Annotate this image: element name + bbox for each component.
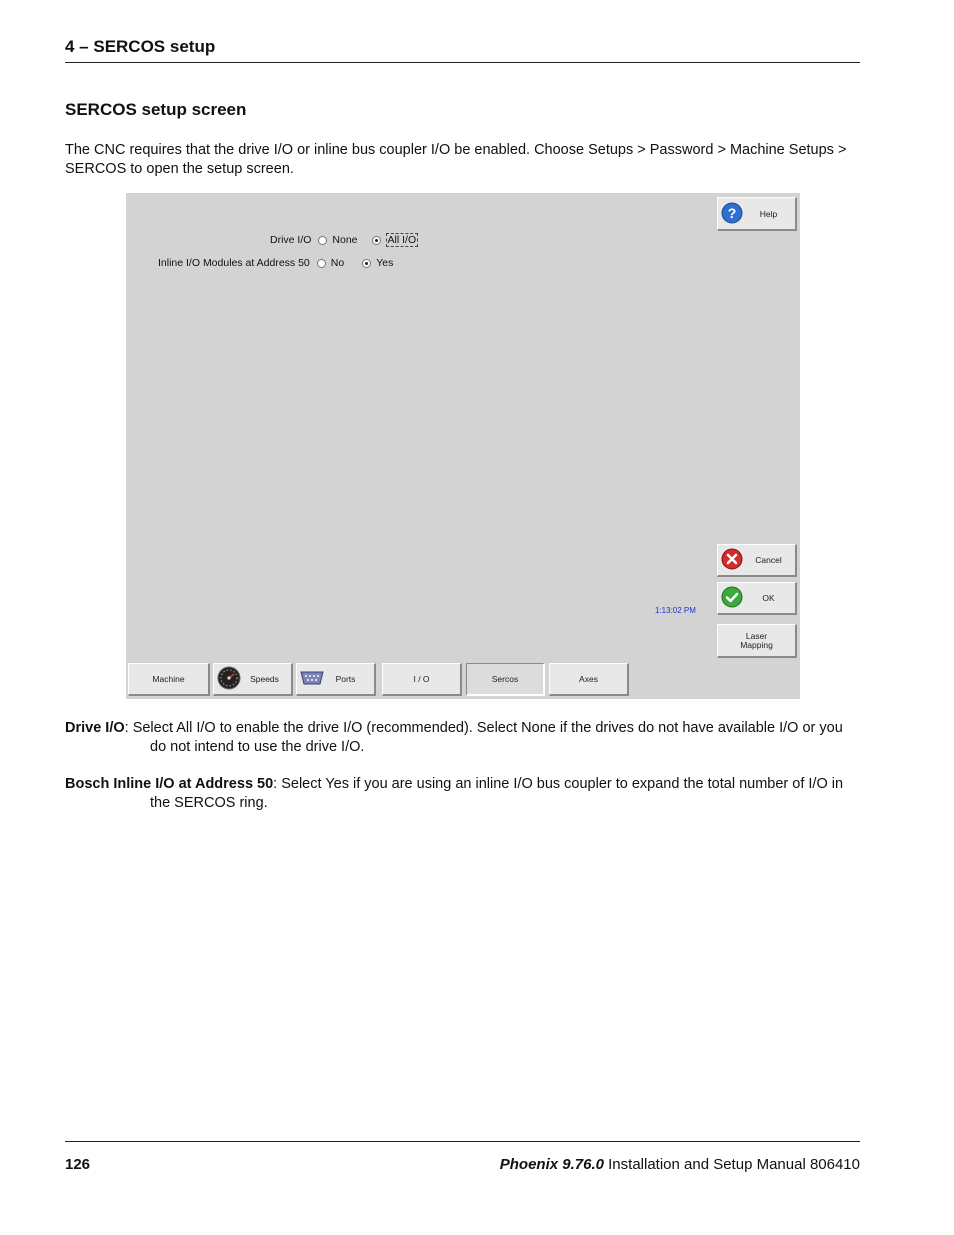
help-button[interactable]: ? Help [717,197,797,231]
radio-yes[interactable] [362,258,372,268]
cancel-label: Cancel [755,555,782,565]
tab-machine[interactable]: Machine [128,663,210,696]
drive-io-none-label: None [332,234,358,246]
tab-sercos[interactable]: Sercos [466,663,545,696]
drive-io-row: Drive I/O None All I/O [270,233,432,247]
footer-manual-title: Phoenix 9.76.0 Installation and Setup Ma… [500,1156,860,1173]
drive-io-label: Drive I/O [270,234,312,246]
tab-speeds[interactable]: Speeds [213,663,293,696]
inline-io-yes-option[interactable]: Yes [362,257,393,269]
chapter-header: 4 – SERCOS setup [65,37,860,63]
definition-bosch-inline: Bosch Inline I/O at Address 50: Select Y… [65,775,860,813]
drive-io-all-label: All I/O [385,233,419,247]
footer-divider [65,1141,860,1142]
help-label: Help [759,208,778,219]
tab-io[interactable]: I / O [382,663,462,696]
cancel-button[interactable]: Cancel [717,544,797,577]
ok-label: OK [762,593,775,603]
inline-io-label: Inline I/O Modules at Address 50 [158,257,310,269]
product-name: Phoenix 9.76.0 [499,1156,604,1173]
section-title: SERCOS setup screen [65,100,247,119]
term-drive-io: Drive I/O [65,720,125,736]
definition-drive-io: Drive I/O: Select All I/O to enable the … [65,719,860,757]
radio-no[interactable] [316,258,326,268]
tab-axes-label: Axes [579,674,598,684]
inline-io-no-label: No [330,257,345,269]
ok-button[interactable]: OK [717,582,797,615]
question-icon: ? [721,202,743,226]
red-x-icon [721,548,743,572]
tab-machine-label: Machine [152,674,185,684]
inline-io-no-option[interactable]: No [316,257,345,269]
text-drive-io: : Select All I/O to enable the drive I/O… [124,720,843,755]
tab-io-label: I / O [413,674,430,684]
page-number: 126 [65,1156,91,1173]
manual-title: Installation and Setup Manual 806410 [603,1156,860,1173]
tab-ports[interactable]: Ports [296,663,376,696]
drive-io-all-option[interactable]: All I/O [371,233,419,247]
tab-axes[interactable]: Axes [549,663,629,696]
serial-port-icon [300,671,324,687]
speedometer-icon [217,666,241,692]
green-check-icon [721,586,743,610]
intro-paragraph: The CNC requires that the drive I/O or i… [65,142,847,177]
tab-sercos-label: Sercos [491,674,519,684]
radio-all-io[interactable] [371,235,381,245]
sercos-setup-screenshot: Drive I/O None All I/O Inline I/O Module… [126,193,800,699]
radio-none[interactable] [318,235,328,245]
drive-io-none-option[interactable]: None [318,234,358,246]
inline-io-row: Inline I/O Modules at Address 50 No Yes [158,257,407,269]
term-bosch-inline: Bosch Inline I/O at Address 50 [65,776,274,792]
tab-ports-label: Ports [335,674,356,684]
tab-speeds-label: Speeds [250,674,279,684]
inline-io-yes-label: Yes [376,257,394,269]
laser-mapping-button[interactable]: Laser Mapping [717,624,797,658]
mapping-label: Mapping [740,639,773,650]
svg-text:?: ? [728,205,737,221]
clock: 1:13:02 PM [655,606,696,615]
